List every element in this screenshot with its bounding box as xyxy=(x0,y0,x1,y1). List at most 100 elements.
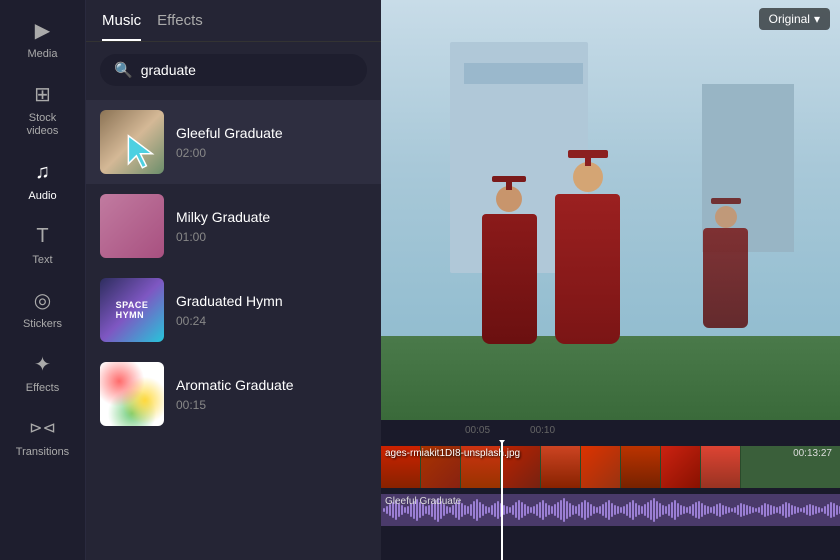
sidebar-item-text[interactable]: T Text xyxy=(3,214,83,274)
wave-bar xyxy=(761,505,763,515)
sidebar-item-text-label: Text xyxy=(32,254,52,266)
music-info-1: Gleeful Graduate 02:00 xyxy=(176,125,367,160)
music-info-2: Milky Graduate 01:00 xyxy=(176,209,367,244)
tab-music[interactable]: Music xyxy=(102,12,141,41)
sidebar-item-transitions[interactable]: ⊳⊲ Transitions xyxy=(3,406,83,466)
sidebar: ▶ Media ⊞ Stockvideos ♫ Audio T Text ◎ S… xyxy=(0,0,86,560)
audio-icon: ♫ xyxy=(29,158,57,186)
image-track[interactable]: ages-rmiakit1DI8-unsplash.jpg 00:13:27 xyxy=(381,446,840,488)
timeline[interactable]: ages-rmiakit1DI8-unsplash.jpg 00:13:27 G… xyxy=(381,440,840,560)
wave-bar xyxy=(818,507,820,513)
wave-bar xyxy=(425,506,427,514)
original-label: Original xyxy=(769,12,810,26)
person-2 xyxy=(555,194,620,344)
stock-videos-icon: ⊞ xyxy=(29,80,57,108)
wave-bar xyxy=(728,507,730,513)
wave-bar xyxy=(794,506,796,514)
wave-bar xyxy=(725,506,727,514)
wave-bar xyxy=(722,505,724,515)
wave-bar xyxy=(524,504,526,516)
wave-bar xyxy=(797,507,799,513)
wave-bar xyxy=(743,504,745,516)
music-item-1[interactable]: Gleeful Graduate 02:00 xyxy=(86,100,381,184)
music-info-4: Aromatic Graduate 00:15 xyxy=(176,377,367,412)
track-thumb-6 xyxy=(581,446,621,488)
wave-bar xyxy=(623,506,625,514)
media-icon: ▶ xyxy=(29,16,57,44)
wave-bar xyxy=(611,503,613,517)
transitions-icon: ⊳⊲ xyxy=(29,414,57,442)
sidebar-item-transitions-label: Transitions xyxy=(16,446,69,458)
music-item-3[interactable]: SPACEHYMN Graduated Hymn 00:24 xyxy=(86,268,381,352)
main-content: Original ▾ 00:05 00:10 ages-rmiakit1DI8-… xyxy=(381,0,840,560)
audio-panel: Music Effects 🔍 Gleeful Graduate 02:00 xyxy=(86,0,381,560)
music-duration-4: 00:15 xyxy=(176,398,367,412)
sidebar-item-audio[interactable]: ♫ Audio xyxy=(3,150,83,210)
wave-bar xyxy=(821,508,823,512)
wave-bar xyxy=(644,504,646,516)
audio-track-label: Gleeful Graduate xyxy=(385,496,461,507)
wave-bar xyxy=(833,503,835,517)
tab-effects[interactable]: Effects xyxy=(157,12,203,41)
wave-bar xyxy=(527,506,529,514)
wave-bar xyxy=(752,507,754,513)
track-thumb-5 xyxy=(541,446,581,488)
wave-bar xyxy=(731,508,733,512)
sidebar-item-stock[interactable]: ⊞ Stockvideos xyxy=(3,72,83,146)
cursor-overlay xyxy=(126,134,154,174)
wave-bar xyxy=(707,506,709,514)
wave-bar xyxy=(791,505,793,515)
wave-bar xyxy=(746,505,748,515)
wave-bar xyxy=(692,504,694,516)
original-dropdown[interactable]: Original ▾ xyxy=(759,8,830,30)
wave-bar xyxy=(608,500,610,520)
wave-bar xyxy=(617,506,619,514)
track-thumb-7 xyxy=(621,446,661,488)
wave-bar xyxy=(503,505,505,515)
wave-bar xyxy=(677,503,679,517)
wave-bar xyxy=(563,498,565,522)
wave-bar xyxy=(464,505,466,515)
track-thumb-9 xyxy=(701,446,741,488)
wave-bar xyxy=(656,501,658,519)
wave-bar xyxy=(446,506,448,514)
wave-bar xyxy=(635,503,637,517)
wave-bar xyxy=(629,502,631,518)
wave-bar xyxy=(614,505,616,515)
wave-bar xyxy=(830,502,832,518)
wave-bar xyxy=(647,502,649,518)
wave-bar xyxy=(698,501,700,519)
wave-bar xyxy=(515,502,517,518)
track-thumb-8 xyxy=(661,446,701,488)
music-item-2[interactable]: Milky Graduate 01:00 xyxy=(86,184,381,268)
sidebar-item-effects[interactable]: ✦ Effects xyxy=(3,342,83,402)
music-item-4[interactable]: Aromatic Graduate 00:15 xyxy=(86,352,381,436)
wave-bar xyxy=(620,507,622,513)
sidebar-item-audio-label: Audio xyxy=(28,190,56,202)
search-input[interactable] xyxy=(141,62,353,78)
wave-bar xyxy=(788,503,790,517)
wave-bar xyxy=(470,504,472,516)
wave-bar xyxy=(653,498,655,522)
music-thumb-2 xyxy=(100,194,164,258)
music-thumb-4 xyxy=(100,362,164,426)
wave-bar xyxy=(641,506,643,514)
wave-bar xyxy=(815,506,817,514)
wave-bar xyxy=(827,504,829,516)
sidebar-item-media[interactable]: ▶ Media xyxy=(3,8,83,68)
playhead[interactable] xyxy=(501,440,503,560)
sidebar-item-stickers[interactable]: ◎ Stickers xyxy=(3,278,83,338)
wave-bar xyxy=(749,506,751,514)
panel-tabs: Music Effects xyxy=(86,0,381,42)
wave-bar xyxy=(404,507,406,513)
music-title-3: Graduated Hymn xyxy=(176,293,367,309)
wave-bar xyxy=(785,502,787,518)
wave-bar xyxy=(488,507,490,513)
audio-track[interactable]: Gleeful Graduate xyxy=(381,494,840,526)
wave-bar xyxy=(584,500,586,520)
wave-bar xyxy=(812,505,814,515)
wave-bar xyxy=(737,505,739,515)
wave-bar xyxy=(482,504,484,516)
wave-bar xyxy=(569,503,571,517)
wave-bar xyxy=(659,503,661,517)
